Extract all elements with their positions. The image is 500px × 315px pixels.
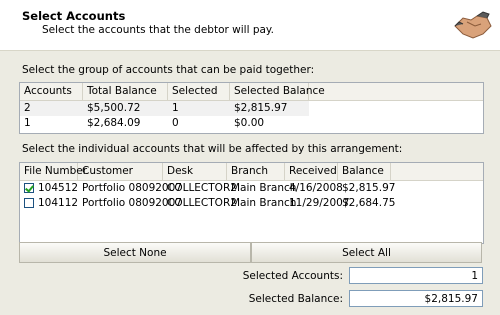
account-desk: COLLECTOR2	[167, 182, 237, 194]
account-balance: $2,815.97	[342, 182, 396, 194]
group-selected-balance: $2,815.97	[234, 102, 288, 114]
account-file-number: 104112	[38, 197, 79, 209]
column-header-selected-balance[interactable]: Selected Balance	[230, 83, 325, 100]
accounts-prompt: Select the individual accounts that will…	[22, 143, 403, 155]
column-header-customer[interactable]: Customer	[78, 163, 163, 180]
select-all-button[interactable]: Select All	[251, 242, 482, 263]
selected-accounts-field: 1	[349, 267, 483, 284]
groups-grid-header: Accounts Total Balance Selected Selected…	[20, 83, 483, 101]
group-total-balance: $2,684.09	[87, 117, 141, 129]
account-row[interactable]: 104512 Portfolio 08092007 COLLECTOR2 Mai…	[20, 181, 483, 196]
wizard-header: Select Accounts Select the accounts that…	[0, 0, 500, 51]
column-header-selected[interactable]: Selected	[168, 83, 230, 100]
group-selected: 0	[172, 117, 179, 129]
column-header-balance[interactable]: Balance	[338, 163, 391, 180]
account-received: 4/16/2008	[289, 182, 343, 194]
account-balance: $2,684.75	[342, 197, 396, 209]
group-row[interactable]: 2 $5,500.72 1 $2,815.97	[20, 101, 309, 116]
column-header-accounts[interactable]: Accounts	[20, 83, 83, 100]
selected-balance-label: Selected Balance:	[248, 293, 343, 305]
selected-balance-field: $2,815.97	[349, 290, 483, 307]
account-checkbox[interactable]	[24, 198, 34, 208]
column-header-received[interactable]: Received	[285, 163, 338, 180]
group-total-balance: $5,500.72	[87, 102, 141, 114]
group-selected-balance: $0.00	[234, 117, 265, 129]
account-file-number: 104512	[38, 182, 79, 194]
column-header-file-number[interactable]: File Number	[20, 163, 87, 180]
accounts-grid-header: File Number Customer Desk Branch Receive…	[20, 163, 483, 181]
groups-prompt: Select the group of accounts that can be…	[22, 64, 315, 76]
handshake-icon	[454, 11, 492, 39]
page-subtitle: Select the accounts that the debtor will…	[42, 24, 274, 36]
column-header-desk[interactable]: Desk	[163, 163, 227, 180]
account-groups-grid: Accounts Total Balance Selected Selected…	[19, 82, 484, 134]
selected-accounts-label: Selected Accounts:	[242, 270, 343, 282]
group-accounts: 2	[24, 102, 31, 114]
select-none-button[interactable]: Select None	[19, 242, 251, 263]
accounts-grid: File Number Customer Desk Branch Receive…	[19, 162, 484, 244]
account-row[interactable]: 104112 Portfolio 08092007 COLLECTOR2 Mai…	[20, 196, 483, 211]
page-title: Select Accounts	[22, 9, 126, 23]
group-accounts: 1	[24, 117, 31, 129]
column-header-branch[interactable]: Branch	[227, 163, 285, 180]
group-selected: 1	[172, 102, 179, 114]
account-desk: COLLECTOR2	[167, 197, 237, 209]
account-checkbox[interactable]	[24, 183, 34, 193]
column-header-total-balance[interactable]: Total Balance	[83, 83, 168, 100]
group-row[interactable]: 1 $2,684.09 0 $0.00	[20, 116, 483, 131]
